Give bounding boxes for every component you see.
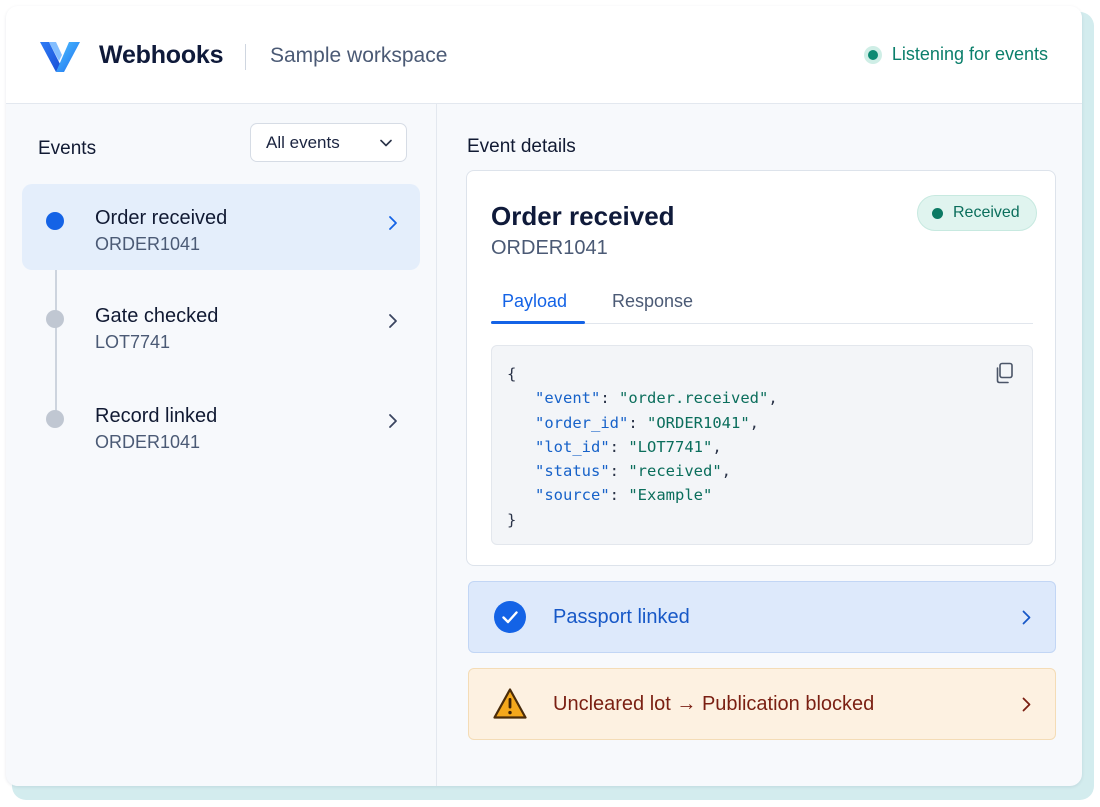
code-line: "order_id": "ORDER1041",: [535, 413, 759, 432]
tab-payload[interactable]: Payload: [502, 291, 567, 312]
code-brace-open: {: [507, 365, 517, 383]
code-key: "source": [535, 486, 610, 505]
alert-text: Uncleared lot → Publication blocked: [553, 693, 875, 715]
listening-status: Listening for events: [863, 44, 1048, 65]
code-value: "Example": [628, 486, 713, 505]
logo-icon: [40, 42, 80, 72]
passport-linked-alert[interactable]: Passport linked: [468, 581, 1056, 653]
chevron-down-icon: [380, 139, 392, 146]
code-brace-close: }: [507, 510, 517, 529]
event-item-record-linked[interactable]: Record linked ORDER1041: [22, 382, 420, 468]
chevron-right-icon: [389, 216, 397, 230]
event-id: ORDER1041: [95, 432, 201, 452]
events-panel-title: Events: [38, 138, 97, 159]
chevron-right-icon: [389, 414, 397, 428]
event-name: Gate checked: [95, 305, 219, 327]
timeline-dot-icon: [46, 410, 64, 428]
code-sep: ,: [721, 462, 731, 481]
app-window: Webhooks Sample workspace Listening for …: [6, 6, 1082, 786]
chevron-right-icon: [1022, 697, 1031, 712]
code-key: "event": [535, 389, 601, 408]
active-tab-indicator: [491, 321, 585, 324]
event-id: LOT7741: [95, 332, 171, 352]
workspace-name[interactable]: Sample workspace: [270, 44, 447, 68]
event-item-gate-checked[interactable]: Gate checked LOT7741: [22, 282, 420, 368]
code-line: {: [507, 362, 1032, 386]
code-value: "LOT7741": [628, 437, 713, 456]
event-detail-name: Order received: [491, 201, 675, 231]
status-dot-icon: [932, 207, 943, 219]
listening-status-label: Listening for events: [891, 44, 1048, 64]
app-header: Webhooks Sample workspace Listening for …: [6, 6, 1082, 104]
publication-blocked-alert[interactable]: Uncleared lot → Publication blocked: [468, 668, 1056, 740]
payload-code-block[interactable]: { "event": "order.received", "order_id":…: [491, 345, 1033, 545]
status-badge: Received: [917, 195, 1037, 231]
tab-response[interactable]: Response: [612, 291, 693, 312]
event-filter-value: All events: [266, 132, 340, 152]
event-filter-select[interactable]: All events: [250, 123, 407, 162]
code-line: "source": "Example": [535, 486, 713, 505]
code-value: "received": [628, 462, 722, 481]
code-sep: ,: [712, 437, 722, 456]
timeline-dot-icon: [46, 310, 64, 328]
event-item-order-received[interactable]: Order received ORDER1041: [22, 184, 420, 270]
code-key: "status": [535, 462, 610, 481]
event-id: ORDER1041: [95, 234, 201, 254]
code-line: }: [507, 508, 1032, 532]
copy-icon[interactable]: [994, 362, 1014, 384]
chevron-right-icon: [1022, 610, 1031, 625]
warning-triangle-icon: [493, 688, 527, 719]
alert-text: Passport linked: [553, 606, 690, 628]
event-detail-id: ORDER1041: [491, 237, 608, 259]
header-divider: [245, 44, 246, 70]
event-details-title: Event details: [467, 136, 576, 157]
code-value: "order.received": [619, 389, 769, 408]
code-value: "ORDER1041": [647, 413, 750, 432]
status-badge-label: Received: [953, 204, 1020, 221]
code-key: "order_id": [535, 413, 629, 432]
app-title: Webhooks: [99, 41, 224, 69]
event-detail-card: Order received ORDER1041 Received Payloa…: [466, 170, 1056, 566]
detail-tabs: Payload Response: [491, 281, 1033, 324]
code-line: "status": "received",: [535, 462, 731, 481]
code-line: "event": "order.received",: [535, 389, 778, 408]
event-name: Order received: [95, 207, 228, 229]
events-panel: Events All events Order received ORDER10…: [6, 104, 437, 786]
timeline-dot-icon: [46, 212, 64, 230]
check-circle-icon: [494, 601, 526, 633]
code-key: "lot_id": [535, 437, 610, 456]
chevron-right-icon: [389, 314, 397, 328]
code-sep: ,: [768, 389, 778, 408]
code-sep: ,: [749, 413, 759, 432]
status-dot-icon: [863, 45, 882, 64]
code-line: "lot_id": "LOT7741",: [535, 437, 722, 456]
event-name: Record linked: [95, 405, 218, 427]
